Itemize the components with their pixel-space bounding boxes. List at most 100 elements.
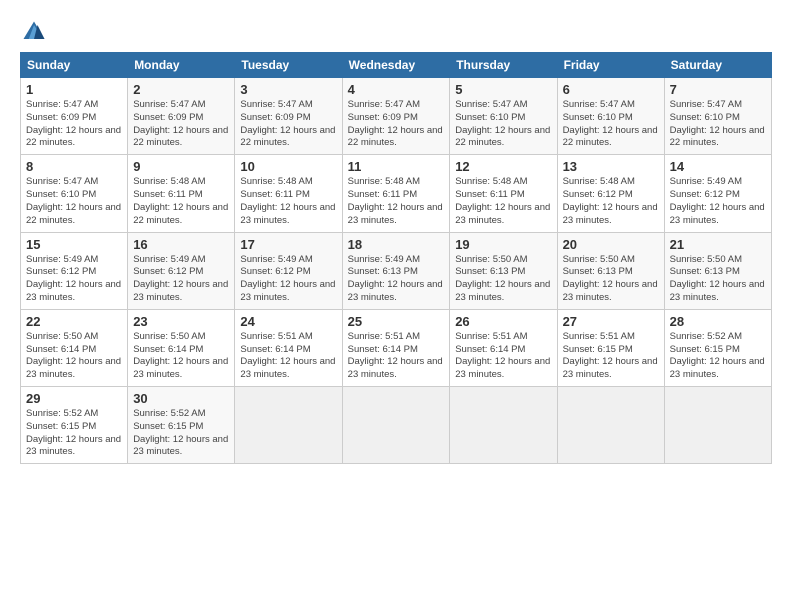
day-info: Sunrise: 5:51 AMSunset: 6:15 PMDaylight:… [563,331,659,382]
calendar-cell: 21 Sunrise: 5:50 AMSunset: 6:13 PMDayligh… [664,232,771,309]
calendar-cell [342,387,450,464]
day-number: 27 [563,314,659,329]
calendar-cell: 3 Sunrise: 5:47 AMSunset: 6:09 PMDaylight… [235,78,342,155]
calendar-body: 1 Sunrise: 5:47 AMSunset: 6:09 PMDaylight… [21,78,772,464]
header [20,18,772,46]
header-day-sunday: Sunday [21,53,128,78]
calendar-cell: 7 Sunrise: 5:47 AMSunset: 6:10 PMDaylight… [664,78,771,155]
calendar-week-2: 8 Sunrise: 5:47 AMSunset: 6:10 PMDaylight… [21,155,772,232]
day-info: Sunrise: 5:50 AMSunset: 6:13 PMDaylight:… [670,254,766,305]
day-number: 21 [670,237,766,252]
day-info: Sunrise: 5:47 AMSunset: 6:10 PMDaylight:… [563,99,659,150]
day-number: 15 [26,237,122,252]
day-info: Sunrise: 5:50 AMSunset: 6:14 PMDaylight:… [26,331,122,382]
calendar-week-3: 15 Sunrise: 5:49 AMSunset: 6:12 PMDayligh… [21,232,772,309]
logo-icon [20,18,48,46]
day-number: 4 [348,82,445,97]
header-day-thursday: Thursday [450,53,557,78]
calendar-cell: 5Sunrise: 5:47 AMSunset: 6:10 PMDaylight… [450,78,557,155]
calendar-cell [450,387,557,464]
calendar-cell [664,387,771,464]
day-number: 5 [455,82,551,97]
day-number: 25 [348,314,445,329]
calendar-cell: 16Sunrise: 5:49 AMSunset: 6:12 PMDayligh… [128,232,235,309]
calendar-cell: 9 Sunrise: 5:48 AMSunset: 6:11 PMDaylight… [128,155,235,232]
calendar-cell: 8 Sunrise: 5:47 AMSunset: 6:10 PMDaylight… [21,155,128,232]
day-info: Sunrise: 5:47 AMSunset: 6:09 PMDaylight:… [240,99,336,150]
day-number: 28 [670,314,766,329]
day-number: 6 [563,82,659,97]
day-number: 23 [133,314,229,329]
day-info: Sunrise: 5:52 AMSunset: 6:15 PMDaylight:… [670,331,766,382]
day-number: 3 [240,82,336,97]
calendar-cell: 10 Sunrise: 5:48 AMSunset: 6:11 PMDayligh… [235,155,342,232]
calendar-table: SundayMondayTuesdayWednesdayThursdayFrid… [20,52,772,464]
day-number: 11 [348,159,445,174]
header-row: SundayMondayTuesdayWednesdayThursdayFrid… [21,53,772,78]
header-day-monday: Monday [128,53,235,78]
calendar-cell: 24 Sunrise: 5:51 AMSunset: 6:14 PMDayligh… [235,309,342,386]
calendar-cell: 4 Sunrise: 5:47 AMSunset: 6:09 PMDaylight… [342,78,450,155]
day-number: 14 [670,159,766,174]
day-number: 20 [563,237,659,252]
day-number: 18 [348,237,445,252]
calendar-cell: 26 Sunrise: 5:51 AMSunset: 6:14 PMDayligh… [450,309,557,386]
calendar-cell: 27 Sunrise: 5:51 AMSunset: 6:15 PMDayligh… [557,309,664,386]
day-info: Sunrise: 5:48 AMSunset: 6:11 PMDaylight:… [455,176,551,227]
calendar-cell: 20 Sunrise: 5:50 AMSunset: 6:13 PMDayligh… [557,232,664,309]
day-info: Sunrise: 5:47 AMSunset: 6:09 PMDaylight:… [133,99,229,150]
calendar-cell: 11Sunrise: 5:48 AMSunset: 6:11 PMDayligh… [342,155,450,232]
calendar-cell [557,387,664,464]
day-number: 13 [563,159,659,174]
day-info: Sunrise: 5:49 AMSunset: 6:12 PMDaylight:… [26,254,122,305]
calendar-cell: 13 Sunrise: 5:48 AMSunset: 6:12 PMDayligh… [557,155,664,232]
day-number: 17 [240,237,336,252]
day-info: Sunrise: 5:48 AMSunset: 6:11 PMDaylight:… [240,176,336,227]
day-number: 24 [240,314,336,329]
day-number: 30 [133,391,229,406]
day-info: Sunrise: 5:49 AMSunset: 6:12 PMDaylight:… [240,254,336,305]
day-info: Sunrise: 5:52 AMSunset: 6:15 PMDaylight:… [133,408,229,459]
day-info: Sunrise: 5:50 AMSunset: 6:13 PMDaylight:… [455,254,551,305]
day-number: 19 [455,237,551,252]
header-day-wednesday: Wednesday [342,53,450,78]
calendar-week-1: 1 Sunrise: 5:47 AMSunset: 6:09 PMDaylight… [21,78,772,155]
calendar-cell: 18Sunrise: 5:49 AMSunset: 6:13 PMDayligh… [342,232,450,309]
day-number: 9 [133,159,229,174]
day-info: Sunrise: 5:48 AMSunset: 6:12 PMDaylight:… [563,176,659,227]
day-info: Sunrise: 5:50 AMSunset: 6:13 PMDaylight:… [563,254,659,305]
day-info: Sunrise: 5:52 AMSunset: 6:15 PMDaylight:… [26,408,122,459]
page-container: SundayMondayTuesdayWednesdayThursdayFrid… [0,0,792,474]
day-number: 8 [26,159,122,174]
day-info: Sunrise: 5:47 AMSunset: 6:09 PMDaylight:… [348,99,445,150]
calendar-cell: 30 Sunrise: 5:52 AMSunset: 6:15 PMDayligh… [128,387,235,464]
day-number: 12 [455,159,551,174]
calendar-cell: 17 Sunrise: 5:49 AMSunset: 6:12 PMDayligh… [235,232,342,309]
day-info: Sunrise: 5:47 AMSunset: 6:09 PMDaylight:… [26,99,122,150]
day-number: 2 [133,82,229,97]
day-number: 26 [455,314,551,329]
day-info: Sunrise: 5:51 AMSunset: 6:14 PMDaylight:… [240,331,336,382]
day-number: 22 [26,314,122,329]
calendar-header: SundayMondayTuesdayWednesdayThursdayFrid… [21,53,772,78]
calendar-week-4: 22 Sunrise: 5:50 AMSunset: 6:14 PMDayligh… [21,309,772,386]
calendar-cell: 15 Sunrise: 5:49 AMSunset: 6:12 PMDayligh… [21,232,128,309]
day-number: 7 [670,82,766,97]
day-number: 1 [26,82,122,97]
day-info: Sunrise: 5:47 AMSunset: 6:10 PMDaylight:… [26,176,122,227]
day-info: Sunrise: 5:51 AMSunset: 6:14 PMDaylight:… [455,331,551,382]
day-number: 16 [133,237,229,252]
day-number: 10 [240,159,336,174]
calendar-cell: 1 Sunrise: 5:47 AMSunset: 6:09 PMDaylight… [21,78,128,155]
header-day-saturday: Saturday [664,53,771,78]
day-number: 29 [26,391,122,406]
calendar-cell: 28 Sunrise: 5:52 AMSunset: 6:15 PMDayligh… [664,309,771,386]
day-info: Sunrise: 5:47 AMSunset: 6:10 PMDaylight:… [670,99,766,150]
day-info: Sunrise: 5:49 AMSunset: 6:12 PMDaylight:… [670,176,766,227]
calendar-cell: 19 Sunrise: 5:50 AMSunset: 6:13 PMDayligh… [450,232,557,309]
day-info: Sunrise: 5:48 AMSunset: 6:11 PMDaylight:… [133,176,229,227]
header-day-tuesday: Tuesday [235,53,342,78]
header-day-friday: Friday [557,53,664,78]
calendar-cell [235,387,342,464]
calendar-cell: 14 Sunrise: 5:49 AMSunset: 6:12 PMDayligh… [664,155,771,232]
